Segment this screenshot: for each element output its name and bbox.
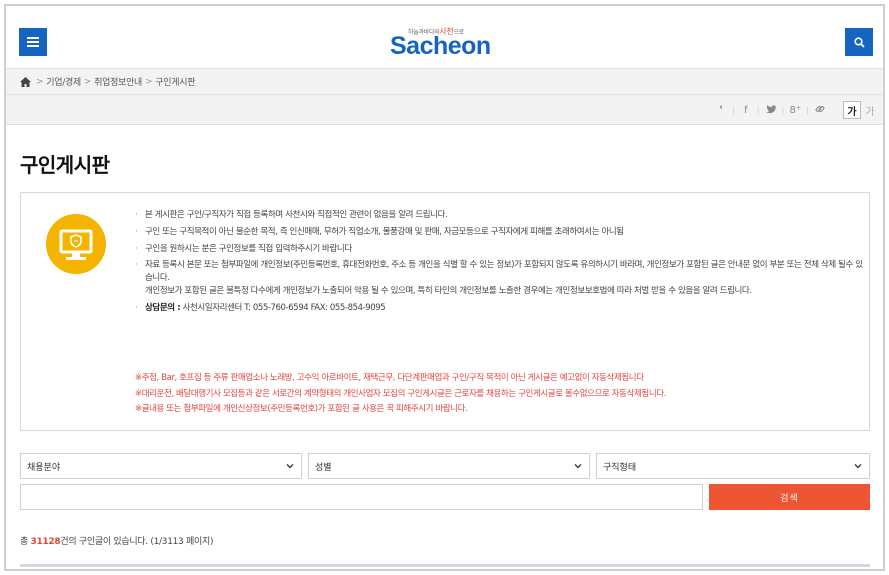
notice-item: 구인을 원하시는 분은 구인정보를 직접 입력하주시기 바랍니다 xyxy=(135,243,865,256)
link-icon[interactable] xyxy=(809,104,831,117)
chevron-down-icon xyxy=(854,464,862,469)
contact-label: 상담문의 : xyxy=(145,302,181,313)
notice-item: 자료 등록시 본문 또는 첨부파일에 개인정보(주민등록번호, 휴대전화번호, … xyxy=(135,259,865,297)
breadcrumb-separator: > xyxy=(36,76,44,87)
notice-box: 본 게시판은 구인/구직자가 직접 등록하며 사천시와 직접적인 관련이 없음을… xyxy=(20,192,870,431)
field-select[interactable]: 채용분야 xyxy=(20,453,302,479)
field-select-value: 채용분야 xyxy=(27,462,61,473)
notice-item-text: 자료 등록시 본문 또는 첨부파일에 개인정보(주민등록번호, 휴대전화번호, … xyxy=(145,260,863,283)
breadcrumb: > 기업/경제 > 취업정보안내 > 구인게시판 xyxy=(6,68,883,95)
result-count-number: 31128 xyxy=(30,537,61,547)
notice-item: 구인 또는 구직목적이 아닌 불순한 목적, 즉 인신매매, 무허가 직업소개,… xyxy=(135,226,865,239)
hamburger-menu-icon xyxy=(27,37,39,47)
notice-item-text: 개인정보가 포함된 글은 불특정 다수에게 개인정보가 노출되어 악용 될 수 … xyxy=(145,285,752,296)
page-frame: 하늘과바다와사천으로 Sacheon > 기업/경제 > 취업정보안내 > 구인… xyxy=(4,4,885,571)
breadcrumb-separator: > xyxy=(145,76,153,87)
font-size-decrease-button[interactable]: 가 xyxy=(862,101,878,119)
search-submit-button[interactable]: 검색 xyxy=(709,484,870,510)
search-button[interactable] xyxy=(845,28,873,56)
gender-select-value: 성별 xyxy=(315,462,332,473)
search-icon xyxy=(853,36,865,48)
contact-value: 사천시일자리센터 T: 055-760-6594 FAX: 055-854-90… xyxy=(182,302,386,313)
google-plus-icon[interactable]: 8⁺ xyxy=(784,105,806,116)
chevron-down-icon xyxy=(574,464,582,469)
page-title: 구인게시판 xyxy=(20,153,110,177)
keyword-input[interactable] xyxy=(20,484,703,510)
warning-item: ※글내용 또는 첨부파일에 개인신상정보(주민등록번호)가 포함된 글 사용은 … xyxy=(135,404,468,415)
contact-info: 상담문의 : 사천시일자리센터 T: 055-760-6594 FAX: 055… xyxy=(135,302,865,315)
breadcrumb-item[interactable]: 구인게시판 xyxy=(155,75,195,88)
list-top-border xyxy=(20,564,870,567)
gender-select[interactable]: 성별 xyxy=(308,453,590,479)
menu-button[interactable] xyxy=(19,28,47,56)
notice-list: 본 게시판은 구인/구직자가 직접 등록하며 사천시와 직접적인 관련이 없음을… xyxy=(135,209,865,318)
warning-item: ※대리운전, 배달대행기사 모집등과 같은 서로간의 계약형태의 개인사업자 모… xyxy=(135,388,666,399)
home-icon[interactable] xyxy=(20,76,31,87)
twitter-icon[interactable] xyxy=(760,105,782,116)
breadcrumb-separator: > xyxy=(83,76,92,87)
cafe-icon[interactable]: ❜ xyxy=(710,105,732,116)
site-logo[interactable]: 하늘과바다와사천으로 Sacheon xyxy=(390,20,510,64)
site-header: 하늘과바다와사천으로 Sacheon xyxy=(6,6,883,68)
job-type-select[interactable]: 구직형태 xyxy=(596,453,870,479)
chevron-down-icon xyxy=(286,464,294,469)
notice-item: 본 게시판은 구인/구직자가 직접 등록하며 사천시와 직접적인 관련이 없음을… xyxy=(135,209,865,222)
job-type-select-value: 구직형태 xyxy=(603,462,637,473)
facebook-icon[interactable]: f xyxy=(735,105,757,116)
warning-list: ※주점, Bar, 호프집 등 주류 판매업소나 노래방, 고수익 아르바이트,… xyxy=(135,371,855,418)
breadcrumb-item[interactable]: 기업/경제 xyxy=(46,75,81,88)
font-size-increase-button[interactable]: 가 xyxy=(843,101,861,119)
warning-item: ※주점, Bar, 호프집 등 주류 판매업소나 노래방, 고수익 아르바이트,… xyxy=(135,373,644,383)
share-bar: ❜ | f | | 8⁺ | 가 가 xyxy=(6,95,883,125)
result-count: 총 31128건의 구인글이 있습니다. (1/3113 페이지) xyxy=(20,537,214,547)
logo-text: Sacheon xyxy=(390,32,491,60)
share-icons: ❜ | f | | 8⁺ | xyxy=(710,104,831,117)
monitor-icon xyxy=(46,214,106,274)
breadcrumb-item[interactable]: 취업정보안내 xyxy=(94,75,142,88)
